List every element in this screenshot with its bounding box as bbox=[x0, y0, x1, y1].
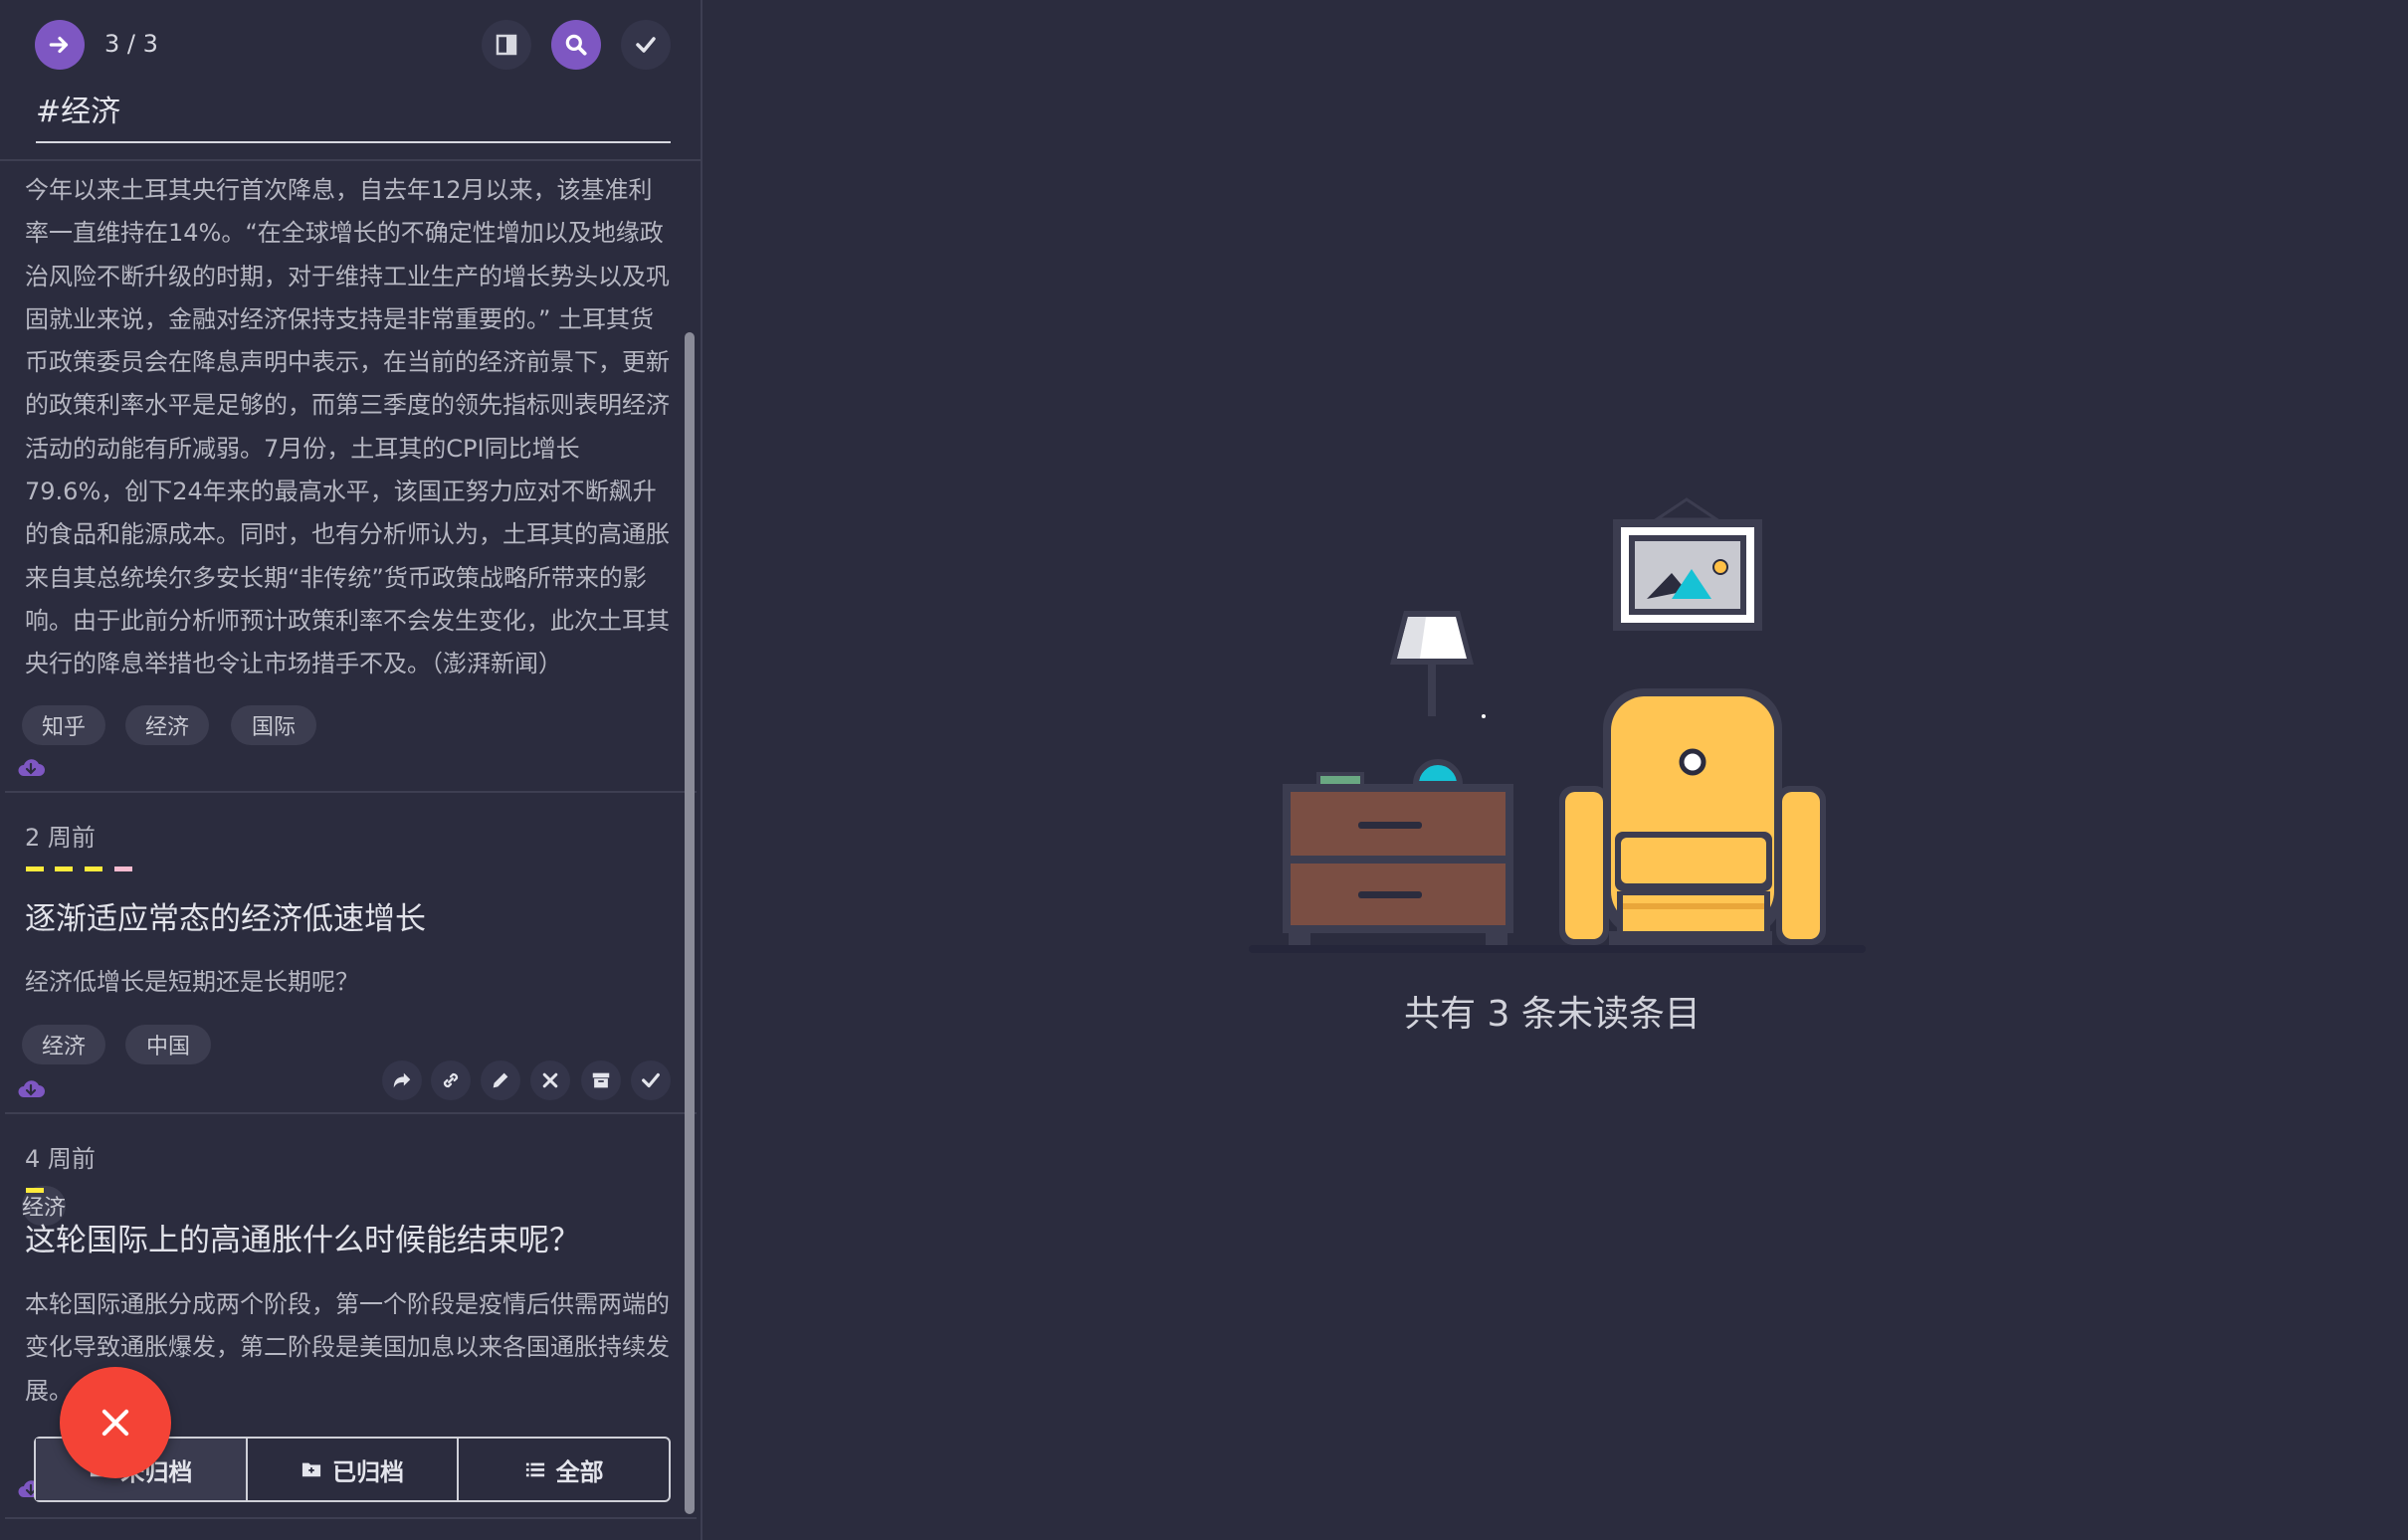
frame-hanger bbox=[1652, 497, 1721, 521]
filter-archived-button[interactable]: 已归档 bbox=[248, 1439, 460, 1500]
toggle-panel-button[interactable] bbox=[482, 20, 531, 70]
archive-icon bbox=[592, 1072, 610, 1088]
color-label-bar bbox=[85, 866, 102, 871]
delete-button[interactable] bbox=[530, 1060, 570, 1100]
sidebar: 3 / 3 今年以来土耳其央行首次降息，自去年12月以来，该基准利率一直维持在1… bbox=[0, 0, 702, 1540]
arrow-right-icon bbox=[49, 36, 69, 54]
archive-button[interactable] bbox=[581, 1060, 621, 1100]
lamp-base bbox=[1412, 759, 1464, 787]
edit-button[interactable] bbox=[481, 1060, 520, 1100]
tag-chip[interactable]: 国际 bbox=[231, 705, 316, 745]
tag-chip[interactable]: 经济 bbox=[125, 705, 209, 745]
share-button[interactable] bbox=[382, 1060, 422, 1100]
mark-read-button[interactable] bbox=[631, 1060, 671, 1100]
item-time: 2 周前 bbox=[25, 824, 96, 852]
item-list[interactable]: 今年以来土耳其央行首次降息，自去年12月以来，该基准利率一直维持在14%。“在全… bbox=[0, 161, 701, 1540]
tag-chip[interactable]: 中国 bbox=[125, 1025, 211, 1064]
empty-room-illustration bbox=[1249, 497, 1866, 953]
color-label-bar bbox=[114, 866, 132, 871]
list-item[interactable]: 今年以来土耳其央行首次降息，自去年12月以来，该基准利率一直维持在14%。“在全… bbox=[0, 161, 687, 794]
color-label-bar bbox=[55, 866, 73, 871]
item-divider bbox=[5, 1112, 697, 1114]
close-icon bbox=[101, 1409, 129, 1437]
cloud-download-icon bbox=[18, 759, 45, 776]
link-icon bbox=[443, 1072, 459, 1088]
item-divider bbox=[5, 1517, 697, 1519]
filter-archived-label: 已归档 bbox=[332, 1457, 404, 1486]
item-summary: 经济低增长是短期还是长期呢？ bbox=[25, 968, 359, 996]
item-counter: 3 / 3 bbox=[104, 30, 158, 58]
search-input[interactable] bbox=[36, 84, 671, 133]
item-body: 今年以来土耳其央行首次降息，自去年12月以来，该基准利率一直维持在14%。“在全… bbox=[25, 176, 670, 678]
item-time: 4 周前 bbox=[25, 1145, 96, 1173]
tag-chip[interactable]: 知乎 bbox=[22, 705, 105, 745]
mark-all-read-button[interactable] bbox=[621, 20, 671, 70]
tag-chip[interactable]: 经济 bbox=[22, 1025, 105, 1064]
scrollbar-thumb[interactable] bbox=[685, 332, 695, 1514]
close-fab-button[interactable] bbox=[60, 1367, 171, 1478]
filter-all-label: 全部 bbox=[555, 1457, 604, 1486]
list-icon bbox=[525, 1462, 544, 1477]
item-title[interactable]: 逐渐适应常态的经济低速增长 bbox=[25, 893, 426, 938]
folder-archive-icon bbox=[301, 1462, 321, 1477]
color-label-bar bbox=[26, 1188, 44, 1193]
check-icon bbox=[642, 1072, 660, 1088]
item-divider bbox=[5, 791, 697, 793]
filter-all-button[interactable]: 全部 bbox=[459, 1439, 669, 1500]
share-icon bbox=[393, 1072, 411, 1088]
copy-link-button[interactable] bbox=[431, 1060, 471, 1100]
check-icon bbox=[636, 37, 656, 53]
item-title[interactable]: 这轮国际上的高通胀什么时候能结束呢？ bbox=[25, 1215, 580, 1259]
next-button[interactable] bbox=[35, 20, 85, 70]
close-icon bbox=[542, 1072, 558, 1088]
sidebar-panel-icon bbox=[496, 34, 517, 56]
pencil-icon bbox=[493, 1072, 508, 1088]
unread-count-message: 共有 3 条未读条目 bbox=[1404, 994, 1701, 1035]
color-label-bar bbox=[26, 866, 44, 871]
list-item[interactable]: 2 周前 逐渐适应常态的经济低速增长 经济低增长是短期还是长期呢？ 经济 bbox=[0, 794, 687, 1226]
search-button[interactable] bbox=[551, 20, 601, 70]
cloud-download-icon bbox=[18, 1080, 45, 1097]
search-field bbox=[36, 84, 671, 143]
search-icon bbox=[565, 34, 587, 56]
